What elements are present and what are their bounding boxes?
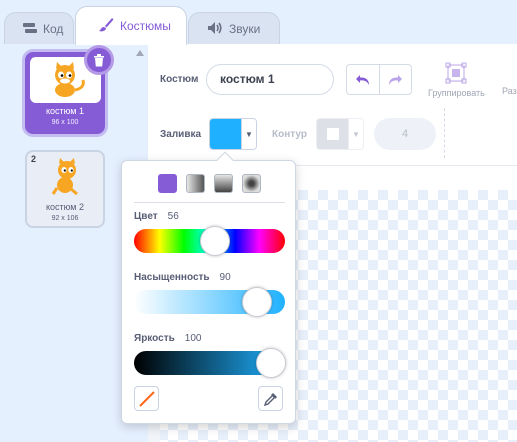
saturation-slider-knob[interactable] — [242, 287, 272, 317]
saturation-label: Насыщенность — [134, 272, 210, 283]
undo-icon — [355, 74, 369, 85]
brightness-label: Яркость — [134, 333, 175, 344]
saturation-value: 90 — [219, 272, 231, 283]
delete-costume-button[interactable] — [84, 45, 114, 75]
cat-sprite-icon — [51, 158, 78, 196]
solid-fill-icon[interactable] — [158, 174, 177, 193]
fill-color-swatch — [210, 119, 241, 149]
costume-size: 92 x 106 — [51, 215, 79, 222]
brightness-slider-knob[interactable] — [256, 348, 286, 378]
costume-index: 2 — [31, 154, 37, 164]
brightness-label-row: Яркость 100 — [134, 333, 201, 344]
hue-slider-knob[interactable] — [200, 226, 230, 256]
popover-divider — [134, 202, 285, 203]
hue-label: Цвет — [134, 211, 158, 222]
vertical-gradient-icon[interactable] — [214, 174, 233, 193]
costume-name-label: Костюм — [160, 74, 199, 85]
fill-mode-selector — [158, 174, 261, 193]
undo-redo-group — [346, 64, 412, 95]
tab-costumes[interactable]: Костюмы — [75, 6, 187, 45]
brush-icon — [98, 17, 114, 36]
hue-value: 56 — [167, 211, 179, 222]
saturation-label-row: Насыщенность 90 — [134, 272, 231, 283]
saturation-slider[interactable] — [134, 287, 285, 317]
speaker-icon — [207, 21, 223, 38]
costume-index: 1 — [31, 56, 37, 66]
hue-slider[interactable] — [134, 226, 285, 256]
radial-gradient-icon[interactable] — [242, 174, 261, 193]
tab-sounds-label: Звуки — [229, 22, 261, 36]
undo-button[interactable] — [347, 65, 380, 94]
editor-tabs: Код Костюмы Звуки — [0, 0, 517, 45]
brightness-value: 100 — [184, 333, 202, 344]
eyedropper-icon — [263, 392, 277, 406]
fill-color-dropdown[interactable]: ▼ — [209, 118, 257, 150]
costume-name-input[interactable]: костюм 1 — [206, 64, 334, 95]
cat-sprite-icon — [55, 62, 85, 97]
outline-color-dropdown[interactable]: ▼ — [316, 118, 364, 150]
color-picker-popover: Цвет 56 Насыщенность 90 Яркость 100 — [121, 151, 296, 424]
tab-code[interactable]: Код — [4, 12, 74, 45]
costume-size: 96 x 100 — [51, 119, 79, 126]
eyedropper-button[interactable] — [258, 386, 283, 411]
outline-label: Контур — [272, 129, 307, 140]
no-color-button[interactable] — [134, 386, 159, 411]
fill-label: Заливка — [160, 129, 202, 140]
cut-label: Раз — [502, 86, 517, 96]
tab-sounds[interactable]: Звуки — [188, 12, 280, 45]
costume-name: костюм 2 — [45, 202, 84, 212]
hue-label-row: Цвет 56 — [134, 211, 179, 222]
tab-costumes-label: Костюмы — [120, 19, 171, 33]
toolbar-divider — [444, 108, 445, 158]
trash-icon — [94, 53, 104, 66]
tab-code-label: Код — [43, 22, 64, 36]
code-icon — [23, 22, 37, 37]
scroll-up-arrow-icon[interactable] — [136, 50, 144, 56]
outline-color-swatch — [317, 119, 348, 149]
redo-icon — [389, 74, 403, 85]
brightness-slider[interactable] — [134, 348, 286, 378]
no-color-icon — [138, 390, 155, 407]
dropdown-arrow-icon: ▼ — [241, 119, 256, 149]
redo-button[interactable] — [380, 65, 412, 94]
group-button[interactable]: Группировать — [428, 62, 485, 98]
group-icon — [445, 62, 467, 84]
costume-tile[interactable]: 2 костюм 2 92 x 106 — [25, 150, 105, 228]
horizontal-gradient-icon[interactable] — [186, 174, 205, 193]
cut-button[interactable]: Раз — [502, 86, 517, 96]
costume-name: костюм 1 — [45, 106, 84, 116]
dropdown-arrow-icon: ▼ — [348, 119, 363, 149]
outline-width-input[interactable]: 4 — [374, 118, 436, 150]
group-label: Группировать — [428, 88, 485, 98]
